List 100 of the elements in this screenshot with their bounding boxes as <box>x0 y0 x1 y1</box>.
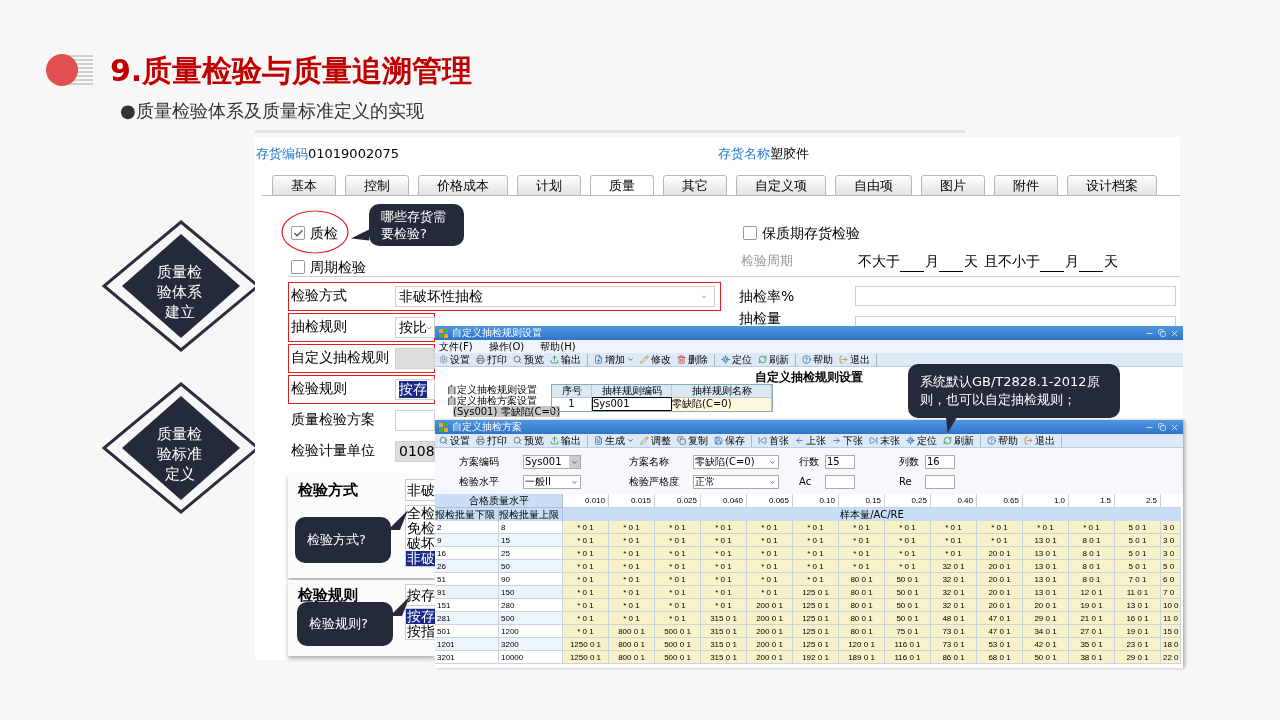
export-icon <box>550 436 559 445</box>
dropdown[interactable]: 零缺陷(C=0) <box>693 455 779 469</box>
toolbar-button[interactable]: 末张 <box>869 434 900 447</box>
table-cell: 120 0 1 <box>839 638 885 651</box>
option[interactable]: 非破 <box>406 551 436 566</box>
toolbar-button[interactable]: 刷新 <box>943 434 974 447</box>
dropdown[interactable]: Sys001 <box>523 455 581 469</box>
tab[interactable]: 质量 <box>590 175 654 196</box>
toolbar-button[interactable]: 帮助 <box>802 353 833 366</box>
input-field[interactable]: 按存 <box>395 379 435 400</box>
table-cell: * 0 1 <box>747 560 793 573</box>
dropdown[interactable]: 非破坏性抽检 <box>395 286 715 307</box>
toolbar-button[interactable]: 设置 <box>439 434 470 447</box>
field-label: 检验水平 <box>459 476 500 488</box>
input-field[interactable] <box>925 475 955 489</box>
table-cell: * 0 1 <box>885 534 931 547</box>
table-cell: 500 0 1 <box>655 638 701 651</box>
tab[interactable]: 自定义项 <box>736 175 826 196</box>
table-cell: 19 0 1 <box>1069 599 1115 612</box>
caret-icon <box>769 458 776 466</box>
table-cell: * 0 1 <box>701 599 747 612</box>
toolbar-button[interactable]: 定位 <box>721 353 752 366</box>
tab[interactable]: 图片 <box>921 175 985 196</box>
tab[interactable]: 设计档案 <box>1067 175 1157 196</box>
tab[interactable]: 计划 <box>517 175 581 196</box>
restore-icon[interactable] <box>1158 329 1166 337</box>
input-field[interactable] <box>825 475 855 489</box>
input-field[interactable]: 15 <box>825 455 855 469</box>
toolbar-button[interactable]: 修改 <box>640 353 671 366</box>
table-cell: 73 0 1 <box>931 638 977 651</box>
toolbar-button[interactable]: 帮助 <box>987 434 1018 447</box>
toolbar-button[interactable]: 定位 <box>906 434 937 447</box>
input-field[interactable]: 16 <box>925 455 955 469</box>
restore-icon[interactable] <box>1158 423 1166 431</box>
toolbar-button[interactable]: 输出 <box>550 434 581 447</box>
option[interactable]: 免检 <box>406 521 436 536</box>
toolbar-button[interactable]: 输出 <box>550 353 581 366</box>
tree-item[interactable]: 自定义抽检方案设置 <box>439 395 543 406</box>
menu-item[interactable]: 操作(O) <box>488 340 525 353</box>
dropdown[interactable]: 正常 <box>693 475 779 489</box>
close-icon[interactable] <box>1170 422 1179 432</box>
toolbar-button[interactable]: 设置 <box>439 353 470 366</box>
tree-item[interactable]: 自定义抽检规则设置 <box>439 384 543 395</box>
table-cell: 315 0 1 <box>701 612 747 625</box>
logo-icon <box>46 53 94 87</box>
table-cell: * 0 1 <box>747 521 793 534</box>
dropdown[interactable]: 一般II <box>523 475 581 489</box>
toolbar-button[interactable]: 生成 <box>594 434 634 447</box>
toolbar-button[interactable]: 退出 <box>1024 434 1055 447</box>
dropdown[interactable]: 按存 <box>405 584 437 606</box>
checkbox[interactable] <box>291 260 305 274</box>
checkbox[interactable] <box>743 226 757 240</box>
option[interactable]: 按指 <box>406 624 436 639</box>
table-cell: * 0 1 <box>655 521 701 534</box>
toolbar-button[interactable]: 删除 <box>677 353 708 366</box>
toolbar-button[interactable]: 刷新 <box>758 353 789 366</box>
dropdown-button[interactable] <box>569 456 580 468</box>
table-cell: 5 0 1 <box>1115 547 1161 560</box>
toolbar-button[interactable]: 增加 <box>594 353 634 366</box>
toolbar-button[interactable]: 首张 <box>758 434 789 447</box>
table-cell: 48 0 1 <box>931 612 977 625</box>
option[interactable]: 破坏 <box>406 536 436 551</box>
toolbar-button[interactable]: 打印 <box>476 434 507 447</box>
input-field[interactable] <box>855 316 1176 326</box>
toolbar-button[interactable]: 预览 <box>513 353 544 366</box>
table-cell: 315 0 1 <box>701 625 747 638</box>
dropdown[interactable]: 按比 <box>395 317 435 338</box>
close-icon[interactable] <box>1170 328 1179 338</box>
toolbar-button[interactable]: 复制 <box>677 434 708 447</box>
toolbar-button[interactable]: 调整 <box>640 434 671 447</box>
tab[interactable]: 控制 <box>345 175 409 196</box>
dropdown[interactable]: 非破 <box>405 479 437 501</box>
column-header: 抽样规则编码 <box>592 385 672 397</box>
option[interactable]: 全检 <box>406 506 436 521</box>
table-cell: 200 0 1 <box>747 638 793 651</box>
toolbar-button[interactable]: 打印 <box>476 353 507 366</box>
toolbar-button[interactable]: 保存 <box>714 434 745 447</box>
input-field[interactable] <box>855 286 1176 306</box>
option[interactable]: 按存 <box>406 609 436 624</box>
tab[interactable]: 基本 <box>272 175 336 196</box>
input-field[interactable] <box>395 410 435 431</box>
menu-item[interactable]: 帮助(H) <box>540 340 576 353</box>
toolbar-button[interactable]: 预览 <box>513 434 544 447</box>
table-cell: 281 <box>435 612 499 625</box>
toolbar-button[interactable]: 下张 <box>832 434 863 447</box>
table-cell: 29 0 1 <box>1023 612 1069 625</box>
table-cell: * 0 1 <box>609 586 655 599</box>
table-cell: 280 <box>499 599 563 612</box>
toolbar-button[interactable]: 退出 <box>839 353 870 366</box>
tab[interactable]: 价格成本 <box>418 175 508 196</box>
pencil-icon <box>640 436 649 445</box>
field-label: 检验方式 <box>291 286 347 304</box>
menu-item[interactable]: 文件(F) <box>439 340 473 353</box>
tab[interactable]: 附件 <box>994 175 1058 196</box>
checkbox[interactable] <box>291 226 305 240</box>
toolbar-button[interactable]: 上张 <box>795 434 826 447</box>
tab[interactable]: 自由项 <box>835 175 912 196</box>
table-cell: * 0 1 <box>655 612 701 625</box>
tab[interactable]: 其它 <box>663 175 727 196</box>
table-cell: 1200 <box>499 625 563 638</box>
